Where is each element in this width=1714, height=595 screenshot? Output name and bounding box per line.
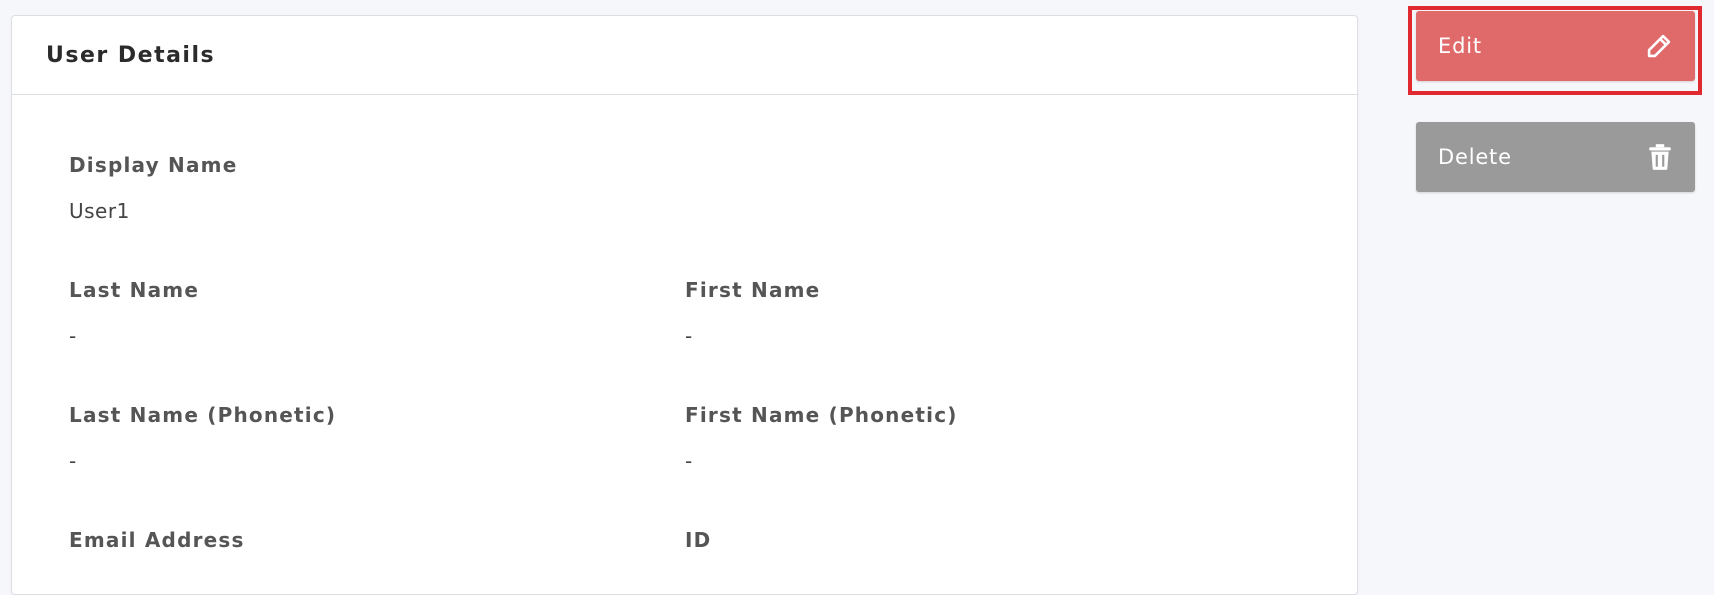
last-name-phonetic-value: -	[69, 449, 77, 473]
display-name-value: User1	[69, 199, 130, 223]
last-name-phonetic-field: Last Name (Phonetic) -	[69, 403, 336, 473]
last-name-field: Last Name -	[69, 278, 199, 348]
edit-button[interactable]: Edit	[1416, 11, 1695, 81]
delete-button[interactable]: Delete	[1416, 122, 1695, 192]
first-name-phonetic-label: First Name (Phonetic)	[685, 403, 958, 427]
user-details-card: User Details Display Name User1 Last Nam…	[11, 15, 1358, 595]
delete-button-label: Delete	[1438, 145, 1512, 169]
first-name-phonetic-field: First Name (Phonetic) -	[685, 403, 958, 473]
email-address-field: Email Address	[69, 528, 245, 552]
display-name-label: Display Name	[69, 153, 238, 177]
pencil-icon	[1645, 32, 1673, 60]
last-name-label: Last Name	[69, 278, 200, 302]
display-name-field: Display Name User1	[69, 153, 237, 223]
last-name-value: -	[69, 324, 77, 348]
first-name-phonetic-value: -	[685, 449, 693, 473]
trash-icon	[1647, 143, 1673, 171]
email-address-label: Email Address	[69, 528, 245, 552]
edit-button-label: Edit	[1438, 34, 1482, 58]
first-name-label: First Name	[685, 278, 821, 302]
first-name-value: -	[685, 324, 693, 348]
last-name-phonetic-label: Last Name (Phonetic)	[69, 403, 337, 427]
id-field: ID	[685, 528, 711, 552]
card-header: User Details	[12, 16, 1357, 95]
id-label: ID	[685, 528, 712, 552]
first-name-field: First Name -	[685, 278, 820, 348]
card-title: User Details	[46, 42, 216, 68]
